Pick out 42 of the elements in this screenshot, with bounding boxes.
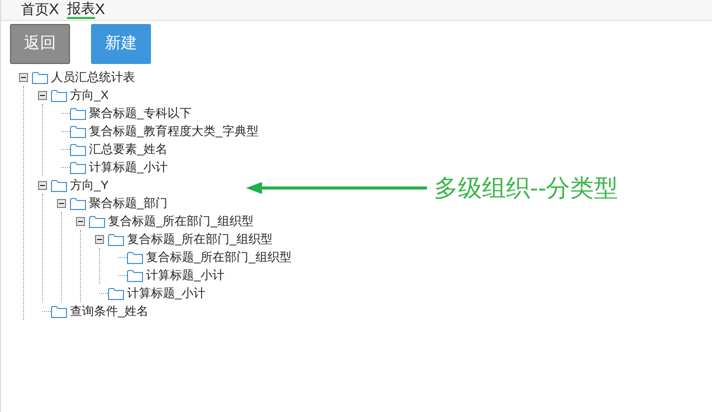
tree-item[interactable]: 聚合标题_部门	[89, 194, 168, 212]
tab[interactable]: 首页X	[21, 0, 60, 20]
tree-item[interactable]: 方向_X	[70, 86, 109, 104]
folder-icon	[70, 196, 86, 210]
folder-icon	[51, 88, 67, 102]
folder-icon	[70, 142, 86, 156]
collapse-icon[interactable]	[56, 198, 66, 208]
collapse-icon[interactable]	[18, 72, 28, 82]
annotation-text: 多级组织--分类型	[434, 173, 618, 204]
tree-item[interactable]: 汇总要素_姓名	[89, 140, 168, 158]
tree-item[interactable]: 人员汇总统计表	[51, 68, 135, 86]
tree-item[interactable]: 聚合标题_专科以下	[89, 104, 192, 122]
tree-item[interactable]: 复合标题_教育程度大类_字典型	[89, 122, 258, 140]
tab-label: 报表	[67, 0, 96, 19]
close-icon[interactable]: X	[49, 1, 60, 18]
collapse-icon[interactable]	[76, 216, 84, 226]
arrow-icon	[246, 181, 428, 195]
close-icon[interactable]: X	[95, 1, 106, 18]
folder-icon	[127, 268, 143, 282]
tab[interactable]: 报表X	[67, 0, 106, 20]
folder-icon	[32, 70, 48, 84]
folder-icon	[70, 160, 86, 174]
tree-item[interactable]: 计算标题_小计	[89, 158, 168, 176]
collapse-icon[interactable]	[94, 234, 104, 244]
folder-icon	[108, 286, 124, 300]
tree-item[interactable]: 复合标题_所在部门_组织型	[108, 212, 254, 230]
folder-icon	[70, 106, 86, 120]
tree-item[interactable]: 复合标题_所在部门_组织型	[127, 230, 272, 248]
tab-label: 首页	[21, 1, 49, 18]
folder-icon	[70, 124, 86, 138]
folder-icon	[89, 214, 105, 228]
folder-icon	[108, 232, 124, 246]
collapse-icon[interactable]	[38, 90, 46, 100]
tree-item[interactable]: 计算标题_小计	[127, 284, 206, 302]
collapse-icon[interactable]	[38, 180, 46, 190]
tree-item[interactable]: 复合标题_所在部门_组织型	[146, 248, 292, 266]
tree-item[interactable]: 查询条件_姓名	[70, 302, 149, 320]
folder-icon	[51, 178, 67, 192]
tree-item[interactable]: 方向_Y	[70, 176, 109, 194]
folder-icon	[127, 250, 143, 264]
folder-icon	[51, 304, 67, 318]
tree-item[interactable]: 计算标题_小计	[146, 266, 225, 284]
